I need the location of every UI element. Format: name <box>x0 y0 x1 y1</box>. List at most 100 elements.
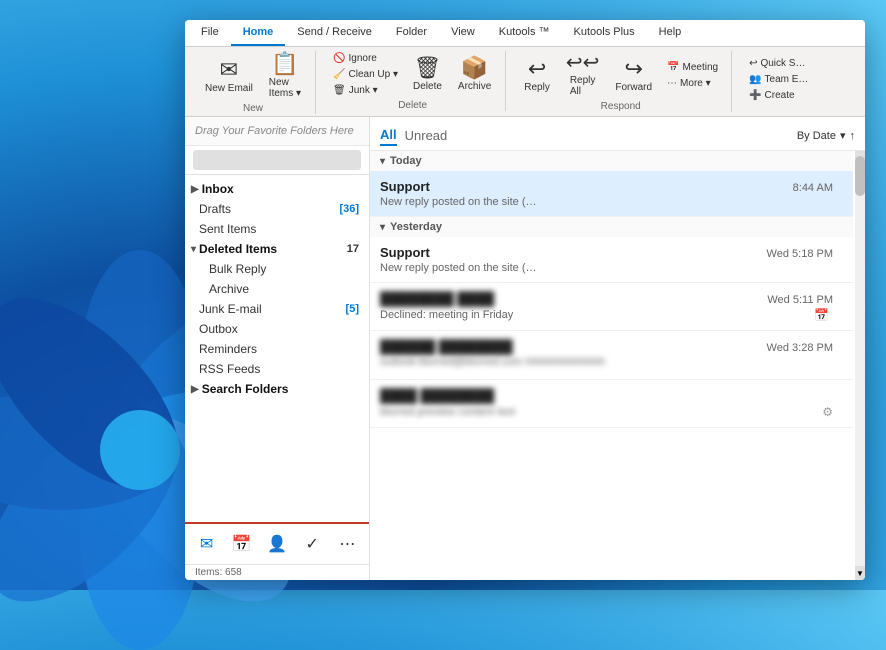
ribbon-content: ✉ New Email 📋 NewItems ▾ New 🚫 <box>185 47 865 116</box>
quick-label: Quick S… <box>760 58 805 69</box>
meeting-button[interactable]: 📅 Meeting <box>662 60 723 75</box>
sort-label: By Date <box>797 130 836 142</box>
folder-reminders[interactable]: Reminders <box>185 339 369 359</box>
email-1-time: 8:44 AM <box>793 182 833 194</box>
outbox-label: Outbox <box>199 322 238 336</box>
mail-icon: ✉ <box>200 534 213 554</box>
email-list-scrollbar[interactable]: ▲ ▼ <box>855 151 865 580</box>
delete-icon: 🗑 <box>413 57 441 79</box>
sort-dropdown-icon: ▾ <box>840 129 846 142</box>
scrollbar-down-arrow[interactable]: ▼ <box>855 566 865 580</box>
email-list-scroll-wrap: ▾ Today Support 8:44 AM New reply posted… <box>370 151 865 580</box>
drafts-label: Drafts <box>199 202 231 216</box>
folder-inbox[interactable]: ▶ Inbox <box>185 179 369 199</box>
folder-outbox[interactable]: Outbox <box>185 319 369 339</box>
tab-send-receive[interactable]: Send / Receive <box>285 20 384 46</box>
new-items-label: NewItems ▾ <box>269 77 301 99</box>
junk-icon: 🗑 <box>333 85 346 96</box>
forward-label: Forward <box>615 82 652 93</box>
tab-kutools[interactable]: Kutools ™ <box>487 20 562 46</box>
tab-kutools-plus[interactable]: Kutools Plus <box>562 20 647 46</box>
today-label: Today <box>390 155 422 167</box>
sort-direction-icon: ↑ <box>850 130 856 142</box>
ribbon-group-new: ✉ New Email 📋 NewItems ▾ New <box>191 51 316 114</box>
email-5-preview: blurred preview content text <box>380 406 515 418</box>
delete-label: Delete <box>413 81 442 92</box>
email-item-1[interactable]: Support 8:44 AM New reply posted on the … <box>370 171 853 217</box>
filter-unread[interactable]: Unread <box>405 126 448 145</box>
folder-junk[interactable]: Junk E-mail [5] <box>185 299 369 319</box>
filter-all[interactable]: All <box>380 125 397 146</box>
tasks-icon: ✓ <box>305 534 318 554</box>
quick-steps-button[interactable]: ↩ Quick S… <box>744 56 813 71</box>
email-item-2[interactable]: Support Wed 5:18 PM New reply posted on … <box>370 237 853 283</box>
email-item-5[interactable]: ████ ████████ blurred preview content te… <box>370 380 853 428</box>
reply-label: Reply <box>524 82 550 93</box>
email-item-3[interactable]: ████████ ████ Wed 5:11 PM Declined: meet… <box>370 283 853 331</box>
nav-people[interactable]: 👤 <box>263 530 291 558</box>
nav-calendar[interactable]: 📅 <box>228 530 256 558</box>
more-nav-icon: ⋯ <box>339 534 355 554</box>
team-label: Team E… <box>765 74 809 85</box>
nav-tasks[interactable]: ✓ <box>298 530 326 558</box>
nav-mail[interactable]: ✉ <box>193 530 221 558</box>
email-3-sender: ████████ ████ <box>380 291 494 306</box>
folder-rss[interactable]: RSS Feeds <box>185 359 369 379</box>
calendar-icon: 📅 <box>232 534 252 554</box>
tab-folder[interactable]: Folder <box>384 20 439 46</box>
reply-icon: ↩ <box>528 58 546 80</box>
folder-deleted[interactable]: ▾ Deleted Items 17 <box>185 239 369 259</box>
ignore-icon: 🚫 <box>333 53 345 64</box>
folder-sent[interactable]: Sent Items <box>185 219 369 239</box>
create-button[interactable]: ➕ Create <box>744 88 813 103</box>
delete-button[interactable]: 🗑 Delete <box>407 55 448 94</box>
email-item-4[interactable]: ██████ ████████ Wed 3:28 PM outlook-blur… <box>370 331 853 380</box>
ignore-button[interactable]: 🚫 Ignore <box>328 51 403 66</box>
junk-button[interactable]: 🗑 Junk ▾ <box>328 83 403 98</box>
ribbon-group-quick: ↩ Quick S… 👥 Team E… ➕ Create <box>736 51 821 107</box>
new-items-button[interactable]: 📋 NewItems ▾ <box>263 51 307 101</box>
outlook-window: File Home Send / Receive Folder View Kut… <box>185 20 865 580</box>
calendar-icon-email-3: 📅 <box>814 308 829 322</box>
email-1-top: Support 8:44 AM <box>380 179 833 194</box>
sidebar-status: Items: 658 <box>185 564 369 580</box>
team-email-button[interactable]: 👥 Team E… <box>744 72 813 87</box>
email-1-sender: Support <box>380 179 430 194</box>
reply-all-button[interactable]: ↩↩ ReplyAll <box>560 51 606 99</box>
email-4-preview: outlook-blurred@blurred.com hhhhhhhhhhhh… <box>380 356 605 368</box>
reply-button[interactable]: ↩ Reply <box>518 56 556 95</box>
scrollbar-thumb[interactable] <box>855 156 865 196</box>
main-area: Drag Your Favorite Folders Here ▶ Inbox … <box>185 117 865 580</box>
tab-file[interactable]: File <box>189 20 231 46</box>
folder-archive[interactable]: Archive <box>185 279 369 299</box>
reply-all-icon: ↩↩ <box>566 53 600 73</box>
today-arrow-icon: ▾ <box>380 156 385 167</box>
email-2-sender: Support <box>380 245 430 260</box>
drafts-badge: [36] <box>339 203 359 215</box>
more-respond-button[interactable]: ⋯ More ▾ <box>662 76 723 91</box>
folder-search[interactable]: ▶ Search Folders <box>185 379 369 399</box>
ignore-label: Ignore <box>349 53 377 64</box>
tab-home[interactable]: Home <box>231 20 286 46</box>
ribbon-group-delete: 🚫 Ignore 🧹 Clean Up ▾ 🗑 Junk ▾ <box>320 51 506 111</box>
forward-button[interactable]: ↪ Forward <box>609 56 658 95</box>
ribbon-group-delete-items: 🚫 Ignore 🧹 Clean Up ▾ 🗑 Junk ▾ <box>328 51 497 98</box>
ribbon: File Home Send / Receive Folder View Kut… <box>185 20 865 117</box>
folder-bulk-reply[interactable]: Bulk Reply <box>185 259 369 279</box>
folder-drafts[interactable]: Drafts [36] <box>185 199 369 219</box>
tab-view[interactable]: View <box>439 20 487 46</box>
sidebar-search-bar[interactable] <box>193 150 361 170</box>
archive-button[interactable]: 📦 Archive <box>452 55 497 94</box>
settings-icon-email-5: ⚙ <box>822 405 833 419</box>
new-items-icon: 📋 <box>271 53 298 75</box>
nav-more[interactable]: ⋯ <box>333 530 361 558</box>
cleanup-button[interactable]: 🧹 Clean Up ▾ <box>328 67 403 82</box>
email-1-preview: New reply posted on the site (… <box>380 196 640 208</box>
cleanup-label: Clean Up ▾ <box>349 69 399 80</box>
sort-by-date[interactable]: By Date ▾ ↑ <box>797 129 855 142</box>
cleanup-icon: 🧹 <box>333 69 345 80</box>
create-label: Create <box>765 90 795 101</box>
sidebar-folders: ▶ Inbox Drafts [36] Sent Items ▾ <box>185 175 369 522</box>
tab-help[interactable]: Help <box>647 20 694 46</box>
new-email-button[interactable]: ✉ New Email <box>199 57 259 96</box>
